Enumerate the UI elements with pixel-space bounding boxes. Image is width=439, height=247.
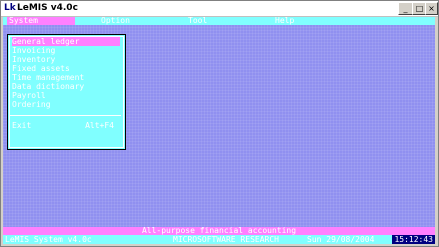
window-title: LeMIS v4.0c [17,3,78,13]
menu-separator [10,115,121,116]
menu-help[interactable]: Help [273,17,296,25]
menu-system[interactable]: System [7,17,75,25]
status-time: 15:12:43 [392,235,435,244]
menu-item-inventory[interactable]: Inventory [12,55,120,64]
menu-bar: System Option Tool Help [3,17,435,25]
menu-item-exit[interactable]: Exit Alt+F4 [12,121,120,130]
menu-option[interactable]: Option [99,17,132,25]
system-dropdown-menu: General ledger Invoicing Inventory Fixed… [7,34,126,150]
dos-console: System Option Tool Help General ledger I… [3,17,435,244]
exit-label: Exit [12,121,32,130]
title-bar[interactable]: Lk LeMIS v4.0c _ □ × [1,1,438,17]
app-icon[interactable]: Lk [4,3,16,14]
menu-item-general-ledger[interactable]: General ledger [12,37,120,46]
status-date: Sun 29/08/2004 [307,235,375,244]
menu-item-data-dictionary[interactable]: Data dictionary [12,82,120,91]
close-button[interactable]: × [425,2,438,15]
menu-item-ordering[interactable]: Ordering [12,100,120,109]
menu-item-fixed-assets[interactable]: Fixed assets [12,64,120,73]
menu-tool[interactable]: Tool [186,17,209,25]
menu-item-payroll[interactable]: Payroll [12,91,120,100]
exit-shortcut: Alt+F4 [85,121,114,130]
status-bar: LeMIS System v4.0c MICROSOFTWARE RESEARC… [3,235,435,244]
status-app-name: LeMIS System v4.0c [5,235,92,244]
minimize-button[interactable]: _ [398,2,413,15]
app-window: Lk LeMIS v4.0c _ □ × System Option Tool … [0,0,439,247]
status-message: All-purpose financial accounting [3,227,435,235]
menu-item-time-management[interactable]: Time management [12,73,120,82]
status-company: MICROSOFTWARE RESEARCH [173,235,279,244]
menu-item-invoicing[interactable]: Invoicing [12,46,120,55]
